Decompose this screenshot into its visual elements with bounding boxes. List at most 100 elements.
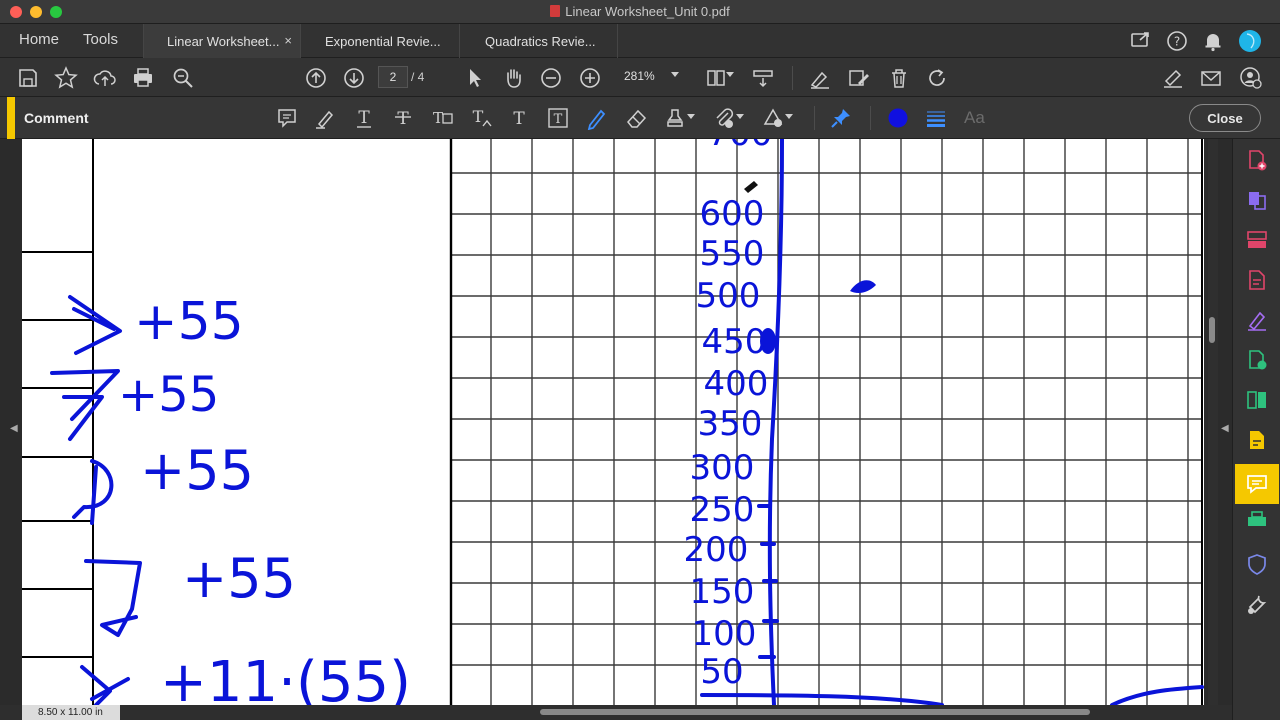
comment-toolbar: Comment T T T T T T Aa Close xyxy=(0,97,1280,139)
print-production-icon[interactable] xyxy=(1245,508,1269,532)
share-screen-icon[interactable] xyxy=(1129,29,1153,53)
shapes-icon[interactable] xyxy=(761,106,785,130)
page-size-indicator: 8.50 x 11.00 in xyxy=(22,705,120,720)
previous-page-icon[interactable] xyxy=(303,65,329,91)
compare-files-icon[interactable] xyxy=(1245,388,1269,412)
handwritten-axis-label: 200 xyxy=(684,530,749,570)
zoom-out-icon[interactable] xyxy=(538,65,564,91)
comment-accent-strip xyxy=(7,97,15,139)
tab-close-icon[interactable]: × xyxy=(284,33,292,48)
save-icon[interactable] xyxy=(15,65,41,91)
handwritten-axis-label: 700 xyxy=(708,139,773,154)
handwritten-axis-label: 50 xyxy=(700,652,743,692)
handwritten-axis-label: 300 xyxy=(690,448,755,488)
page-number-input[interactable]: 2 xyxy=(378,66,408,88)
right-panel-toggle-icon[interactable]: ◀ xyxy=(1221,423,1229,434)
export-pdf-icon[interactable] xyxy=(1245,268,1269,292)
color-picker-icon[interactable] xyxy=(886,106,910,130)
organize-pages-icon[interactable] xyxy=(1245,228,1269,252)
handwritten-step-label: +11·(55) xyxy=(160,650,411,705)
svg-text:T: T xyxy=(513,109,525,129)
edit-pdf-icon[interactable] xyxy=(846,65,872,91)
vertical-scrollbar[interactable] xyxy=(1208,139,1218,705)
underline-text-icon[interactable]: T xyxy=(352,106,376,130)
text-properties-label[interactable]: Aa xyxy=(964,108,988,132)
insert-text-icon[interactable]: T xyxy=(469,106,493,130)
layout-dropdown-chevron-icon[interactable] xyxy=(726,72,734,77)
draw-pencil-icon[interactable] xyxy=(585,106,609,131)
zoom-level: 281% xyxy=(624,69,655,83)
help-icon[interactable]: ? xyxy=(1165,29,1189,53)
stamp-icon[interactable] xyxy=(663,106,687,130)
bookmark-star-icon[interactable] xyxy=(53,65,79,91)
attach-dropdown-chevron-icon[interactable] xyxy=(736,114,744,119)
replace-text-icon[interactable]: T xyxy=(430,106,454,130)
nav-tools[interactable]: Tools xyxy=(83,31,118,48)
comment-tool-icon[interactable] xyxy=(1245,472,1269,496)
strikethrough-text-icon[interactable]: T xyxy=(391,106,415,130)
svg-text:T: T xyxy=(397,109,409,129)
shapes-dropdown-chevron-icon[interactable] xyxy=(785,114,793,119)
handwritten-step-label: +55 xyxy=(118,367,219,423)
horizontal-scroll-thumb[interactable] xyxy=(540,709,1090,715)
fill-sign-icon[interactable] xyxy=(807,65,833,91)
delete-trash-icon[interactable] xyxy=(886,65,912,91)
upload-cloud-icon[interactable] xyxy=(92,65,118,91)
page-layout-icon[interactable] xyxy=(703,65,729,91)
handwritten-axis-label: 550 xyxy=(700,234,765,274)
shield-icon[interactable] xyxy=(1245,552,1269,576)
select-cursor-icon[interactable] xyxy=(462,65,488,91)
tab-linear-worksheet[interactable]: Linear Worksheet... × xyxy=(143,24,300,58)
handwritten-axis-label: 100 xyxy=(692,614,757,654)
next-page-icon[interactable] xyxy=(341,65,367,91)
document-viewport[interactable]: +55+55+55+55+11·(55) 7006005505004504003… xyxy=(0,139,1232,720)
hand-tool-icon[interactable] xyxy=(500,65,526,91)
combine-files-icon[interactable] xyxy=(1245,188,1269,212)
share-user-icon[interactable] xyxy=(1238,65,1264,91)
right-tools-panel xyxy=(1232,139,1280,720)
tab-exponential-review[interactable]: Exponential Revie... xyxy=(300,24,459,58)
email-icon[interactable] xyxy=(1198,65,1224,91)
nav-home[interactable]: Home xyxy=(19,31,59,48)
toolbar-divider xyxy=(792,66,793,90)
link-sign-icon[interactable] xyxy=(1160,65,1186,91)
tab-label: Linear Worksheet... xyxy=(167,34,280,49)
zoom-search-icon[interactable] xyxy=(170,65,196,91)
send-for-review-icon[interactable] xyxy=(1245,348,1269,372)
eraser-icon[interactable] xyxy=(624,106,648,130)
vertical-scroll-thumb[interactable] xyxy=(1209,317,1215,343)
print-icon[interactable] xyxy=(130,65,156,91)
account-avatar-icon[interactable] xyxy=(1238,29,1262,53)
handwritten-axis-label: 450 xyxy=(702,322,767,362)
fill-and-sign-icon[interactable] xyxy=(1245,308,1269,332)
rotate-icon[interactable] xyxy=(924,65,950,91)
scroll-mode-icon[interactable] xyxy=(750,65,776,91)
create-pdf-icon[interactable] xyxy=(1245,148,1269,172)
zoom-level-select[interactable]: 281% xyxy=(612,66,686,88)
attach-file-icon[interactable] xyxy=(712,106,736,130)
tab-quadratics-review[interactable]: Quadratics Revie... xyxy=(459,24,618,58)
zoom-dropdown-chevron-icon[interactable] xyxy=(671,72,679,77)
protect-doc-icon[interactable] xyxy=(1245,428,1269,452)
pdf-page: +55+55+55+55+11·(55) 7006005505004504003… xyxy=(22,139,1204,705)
handwritten-step-label: +55 xyxy=(182,547,296,610)
text-box-icon[interactable]: T xyxy=(546,106,570,130)
pin-icon[interactable] xyxy=(829,106,853,130)
line-weight-icon[interactable] xyxy=(924,106,948,130)
tab-label: Quadratics Revie... xyxy=(485,34,596,49)
left-panel-toggle-icon[interactable]: ◀ xyxy=(10,423,18,434)
bell-icon[interactable] xyxy=(1201,29,1225,53)
handwritten-step-label: +55 xyxy=(134,292,244,352)
more-tools-wrench-icon[interactable] xyxy=(1245,592,1269,616)
add-text-icon[interactable]: T xyxy=(507,106,531,130)
zoom-in-icon[interactable] xyxy=(577,65,603,91)
svg-text:T: T xyxy=(433,109,443,127)
highlighter-icon[interactable] xyxy=(313,106,337,130)
svg-text:?: ? xyxy=(1174,35,1180,49)
comment-divider xyxy=(870,106,871,130)
pdf-file-icon xyxy=(550,5,561,17)
handwritten-axis-label: 350 xyxy=(698,404,763,444)
close-comment-button[interactable]: Close xyxy=(1189,104,1261,132)
stamp-dropdown-chevron-icon[interactable] xyxy=(687,114,695,119)
sticky-note-icon[interactable] xyxy=(275,106,299,130)
